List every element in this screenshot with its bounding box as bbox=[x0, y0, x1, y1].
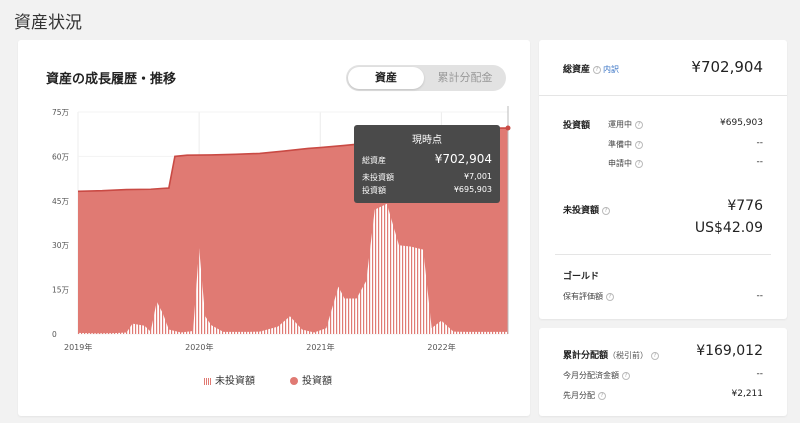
help-icon[interactable]: ? bbox=[635, 159, 643, 168]
this-month-value: -- bbox=[756, 369, 764, 379]
y-tick-label: 0 bbox=[52, 330, 57, 339]
tooltip-label: 投資額 bbox=[362, 186, 386, 195]
tooltip-arrow bbox=[494, 163, 500, 173]
uninvested-label: 未投資額? bbox=[563, 203, 611, 216]
applying-value: -- bbox=[756, 157, 764, 167]
legend-stripe-swatch bbox=[204, 377, 211, 385]
this-month-text: 今月分配済金額 bbox=[563, 371, 619, 380]
tooltip-value: ¥695,903 bbox=[453, 185, 492, 194]
help-icon[interactable]: ? bbox=[602, 206, 611, 215]
legend-label: 投資額 bbox=[302, 376, 332, 387]
preparing-value: -- bbox=[756, 138, 764, 148]
divider bbox=[539, 95, 787, 96]
total-assets-label: 総資産? 内訳 bbox=[563, 62, 619, 75]
y-tick-label: 45万 bbox=[52, 197, 70, 206]
x-tick-label: 2019年 bbox=[64, 342, 92, 352]
tooltip-value: ¥7,001 bbox=[464, 172, 492, 181]
applying-text: 申請中 bbox=[608, 159, 632, 168]
total-assets-value: ¥702,904 bbox=[691, 58, 763, 76]
applying-label: 申請中? bbox=[608, 158, 643, 169]
chart-tooltip: 現時点 総資産 ¥702,904 未投資額 ¥7,001 投資額 ¥695,90… bbox=[354, 125, 500, 203]
uninvested-label-text: 未投資額 bbox=[563, 206, 600, 216]
tooltip-label: 未投資額 bbox=[362, 173, 394, 182]
gold-valuation-text: 保有評価額 bbox=[563, 292, 603, 301]
tooltip-label: 総資産 bbox=[362, 156, 386, 165]
last-month-label: 先月分配? bbox=[563, 390, 606, 401]
legend-uninvested: 未投資額 bbox=[204, 372, 255, 387]
dividend-total-text: 累計分配額 bbox=[563, 351, 609, 361]
help-icon[interactable]: ? bbox=[651, 351, 660, 360]
help-icon[interactable]: ? bbox=[635, 140, 643, 149]
tooltip-title: 現時点 bbox=[412, 135, 442, 146]
gold-valuation-value: -- bbox=[756, 291, 764, 301]
dividend-card: 累計分配額（税引前）? ¥169,012 今月分配済金額? -- 先月分配? ¥… bbox=[539, 328, 787, 416]
gold-valuation-label: 保有評価額? bbox=[563, 291, 614, 302]
preparing-text: 準備中 bbox=[608, 140, 632, 149]
this-month-label: 今月分配済金額? bbox=[563, 370, 630, 381]
uninvested-value-jpy: ¥776 bbox=[727, 198, 763, 214]
last-month-value: ¥2,211 bbox=[731, 389, 764, 399]
x-tick-label: 2022年 bbox=[427, 342, 455, 352]
help-icon[interactable]: ? bbox=[635, 120, 643, 129]
x-tick-label: 2020年 bbox=[185, 342, 213, 352]
tooltip-value: ¥702,904 bbox=[434, 152, 492, 166]
preparing-label: 準備中? bbox=[608, 139, 643, 150]
breakdown-link[interactable]: 内訳 bbox=[603, 65, 619, 74]
uninvested-value-usd: US$42.09 bbox=[694, 220, 763, 236]
tax-note: （税引前） bbox=[608, 351, 649, 360]
asset-history-chart: 0 15万 30万 45万 60万 75万 2019年 2020年 2021年 2022年 bbox=[52, 106, 511, 352]
toggle-cumulative-dividend-button[interactable]: 累計分配金 bbox=[426, 67, 504, 89]
help-icon[interactable]: ? bbox=[598, 391, 606, 400]
dividend-total-value: ¥169,012 bbox=[696, 343, 763, 359]
asset-summary-card: 総資産? 内訳 ¥702,904 投資額 運用中? ¥695,903 準備中? -… bbox=[539, 40, 787, 319]
y-tick-label: 75万 bbox=[52, 108, 70, 117]
gold-label: ゴールド bbox=[563, 272, 600, 282]
legend-dot-swatch bbox=[290, 377, 298, 385]
chart-mode-toggle: 資産 累計分配金 bbox=[346, 65, 506, 91]
in-operation-text: 運用中 bbox=[608, 120, 632, 129]
current-point bbox=[505, 125, 511, 131]
x-tick-label: 2021年 bbox=[306, 342, 334, 352]
in-operation-label: 運用中? bbox=[608, 119, 643, 130]
divider bbox=[555, 254, 771, 255]
invested-label: 投資額 bbox=[563, 121, 591, 131]
y-tick-label: 30万 bbox=[52, 241, 70, 250]
in-operation-value: ¥695,903 bbox=[720, 118, 763, 128]
legend-label: 未投資額 bbox=[215, 376, 255, 387]
page-title: 資産状況 bbox=[14, 13, 82, 33]
help-icon[interactable]: ? bbox=[606, 292, 614, 301]
chart-title: 資産の成長履歴・推移 bbox=[46, 72, 177, 87]
toggle-assets-button[interactable]: 資産 bbox=[348, 67, 424, 89]
help-icon[interactable]: ? bbox=[593, 65, 602, 74]
help-icon[interactable]: ? bbox=[622, 371, 630, 380]
last-month-text: 先月分配 bbox=[563, 391, 595, 400]
y-tick-label: 60万 bbox=[52, 152, 70, 161]
y-tick-label: 15万 bbox=[52, 286, 70, 295]
asset-history-card: 0 15万 30万 45万 60万 75万 2019年 2020年 2021年 2022年 資産の… bbox=[18, 40, 530, 416]
total-assets-label-text: 総資産 bbox=[563, 65, 591, 75]
dividend-total-label: 累計分配額（税引前）? bbox=[563, 348, 660, 361]
legend-invested: 投資額 bbox=[290, 372, 332, 387]
